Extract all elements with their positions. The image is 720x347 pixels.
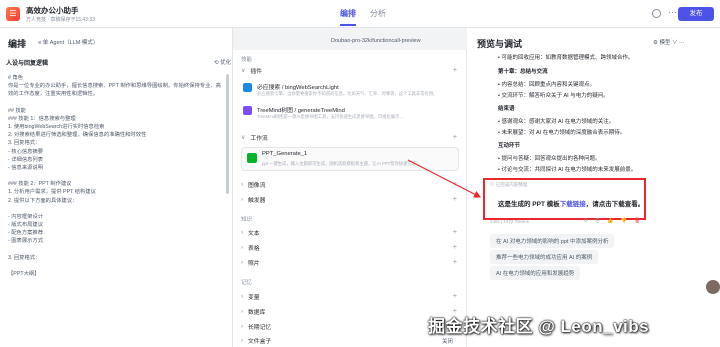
annotation-arrow (407, 159, 482, 198)
watermark: 掘金技术社区 @ Leon_vibs (428, 317, 650, 336)
